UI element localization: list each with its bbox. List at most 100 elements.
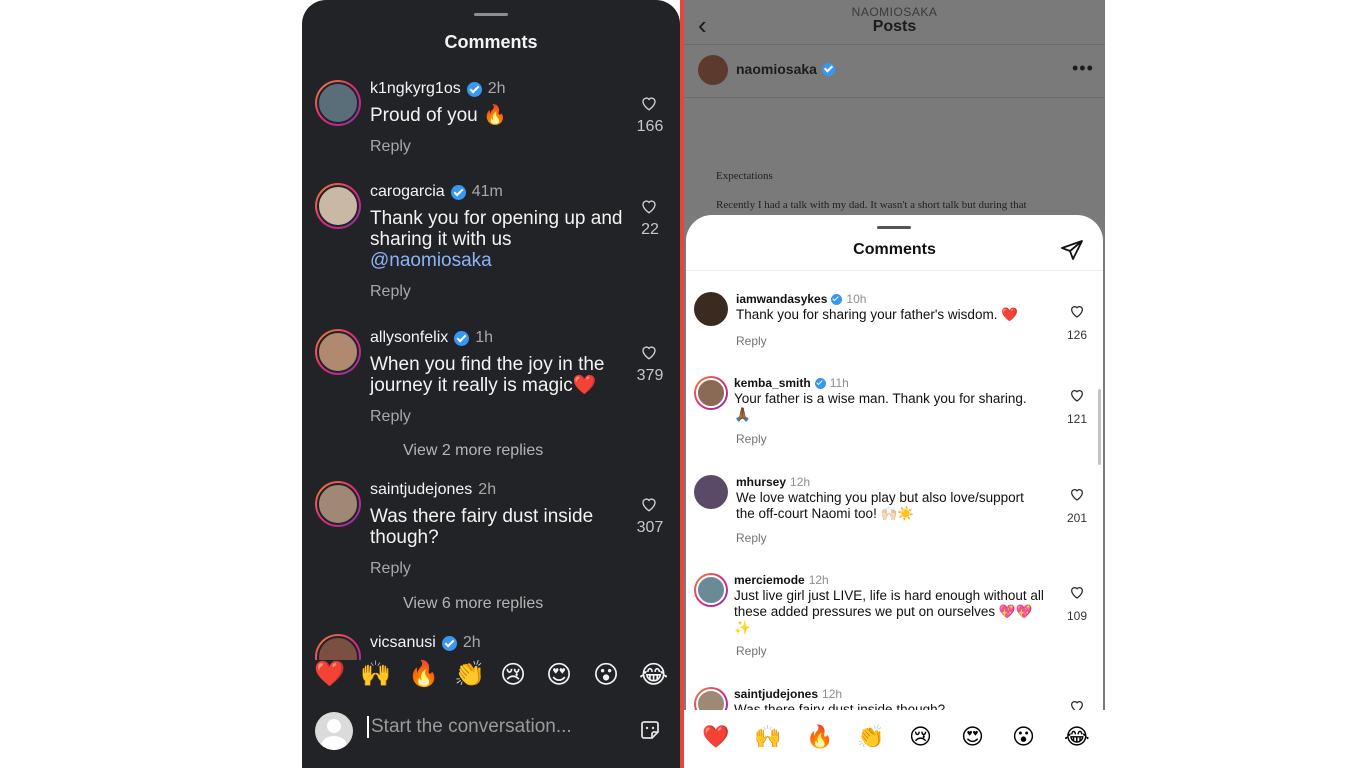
comment-username[interactable]: carogarcia bbox=[370, 183, 445, 201]
dark-comments-sheet: Comments k1ngkyrg1os 2h Proud of you 🔥 R… bbox=[302, 0, 680, 768]
heart-icon[interactable] bbox=[640, 197, 658, 215]
comment-time: 2h bbox=[487, 80, 506, 97]
avatar[interactable] bbox=[694, 376, 728, 410]
avatar[interactable] bbox=[315, 183, 361, 229]
like-count: 166 bbox=[636, 118, 664, 135]
heart-icon[interactable] bbox=[1069, 303, 1085, 319]
like-count: 121 bbox=[1066, 412, 1088, 426]
comment-text: Was there fairy dust inside though? bbox=[370, 506, 594, 548]
mention-link[interactable]: @naomiosaka bbox=[370, 250, 492, 271]
profile-username: NAOMIOSAKA bbox=[851, 5, 938, 19]
drag-handle[interactable] bbox=[877, 226, 911, 229]
view-more-replies[interactable]: View 2 more replies bbox=[403, 442, 543, 460]
comment-time: 11h bbox=[829, 376, 849, 390]
post-author-avatar[interactable] bbox=[698, 55, 728, 85]
comment-username[interactable]: kemba_smith bbox=[734, 376, 811, 390]
like-count: 379 bbox=[636, 367, 664, 384]
comment-item: vicsanusi 2h bbox=[302, 634, 680, 660]
emoji-surprised-button[interactable]: 😮 bbox=[1012, 724, 1035, 750]
comment-text: Your father is a wise man. Thank you for… bbox=[734, 391, 1027, 422]
like-count: 126 bbox=[1066, 328, 1088, 342]
emoji-heart-button[interactable]: ❤️ bbox=[702, 724, 729, 750]
divider bbox=[686, 270, 1103, 271]
scrollbar[interactable] bbox=[1098, 389, 1101, 465]
emoji-clap-button[interactable]: 👏 bbox=[454, 660, 485, 689]
comment-text: Thank you for sharing your father's wisd… bbox=[736, 307, 1019, 322]
post-author[interactable]: naomiosaka bbox=[736, 61, 835, 77]
comment-text: We love watching you play but also love/… bbox=[736, 490, 1024, 521]
reply-button[interactable]: Reply bbox=[370, 283, 411, 301]
comments-title: Comments bbox=[444, 32, 538, 52]
comment-username[interactable]: saintjudejones bbox=[370, 481, 472, 499]
emoji-clap-button[interactable]: 👏 bbox=[857, 724, 884, 750]
avatar[interactable] bbox=[315, 329, 361, 375]
avatar[interactable] bbox=[315, 634, 361, 660]
comment-text: Thank you for opening up and sharing it … bbox=[370, 208, 625, 271]
light-comments-screen: ‹ NAOMIOSAKA Posts naomiosaka ••• Expect… bbox=[684, 0, 1105, 768]
comments-title: Comments bbox=[853, 241, 936, 258]
emoji-raised-hands-button[interactable]: 🙌 bbox=[754, 724, 781, 750]
emoji-crying-button[interactable]: 😢 bbox=[500, 660, 526, 690]
reply-button[interactable]: Reply bbox=[370, 138, 411, 156]
avatar[interactable] bbox=[315, 80, 361, 126]
reply-button[interactable]: Reply bbox=[370, 560, 411, 578]
comment-item: saintjudejones 12h Was there fairy dust … bbox=[686, 687, 1103, 710]
comment-input[interactable]: Start the conversation... bbox=[367, 716, 572, 738]
emoji-heart-button[interactable]: ❤️ bbox=[314, 660, 345, 689]
share-icon[interactable] bbox=[1060, 238, 1084, 262]
post-text-line: Recently I had a talk with my dad. It wa… bbox=[716, 199, 1027, 211]
comment-time: 10h bbox=[846, 292, 867, 306]
post-author-name[interactable]: naomiosaka bbox=[736, 61, 817, 77]
heart-icon[interactable] bbox=[1069, 486, 1085, 502]
more-options-icon[interactable]: ••• bbox=[1072, 58, 1094, 79]
emoji-laughing-button[interactable]: 😂 bbox=[639, 660, 668, 690]
heart-icon[interactable] bbox=[1069, 387, 1085, 403]
comment-username[interactable]: k1ngkyrg1os bbox=[370, 80, 461, 98]
emoji-surprised-button[interactable]: 😮 bbox=[593, 660, 619, 690]
emoji-raised-hands-button[interactable]: 🙌 bbox=[360, 660, 391, 689]
comment-username[interactable]: iamwandasykes bbox=[736, 292, 827, 306]
comment-time: 41m bbox=[471, 183, 503, 200]
post-header-area: ‹ NAOMIOSAKA Posts naomiosaka ••• Expect… bbox=[684, 0, 1105, 215]
reply-button[interactable]: Reply bbox=[370, 408, 411, 426]
comment-username[interactable]: mhursey bbox=[736, 475, 786, 489]
comment-text: Was there fairy dust inside though? bbox=[734, 702, 946, 710]
verified-badge-icon bbox=[450, 184, 466, 200]
light-comments-sheet: Comments iamwandasykes 10h Thank you for… bbox=[686, 215, 1103, 768]
comment-time: 12h bbox=[790, 475, 811, 489]
reply-button[interactable]: Reply bbox=[736, 432, 767, 446]
sticker-icon[interactable] bbox=[638, 718, 662, 742]
emoji-crying-button[interactable]: 😢 bbox=[909, 724, 932, 750]
reply-button[interactable]: Reply bbox=[736, 334, 767, 348]
reply-button[interactable]: Reply bbox=[736, 644, 767, 658]
comment-time: 12h bbox=[822, 687, 843, 701]
avatar[interactable] bbox=[694, 292, 728, 326]
avatar[interactable] bbox=[694, 573, 728, 607]
heart-icon[interactable] bbox=[640, 343, 658, 361]
avatar[interactable] bbox=[315, 481, 361, 527]
view-more-replies[interactable]: View 6 more replies bbox=[403, 595, 543, 613]
verified-badge-icon bbox=[814, 377, 826, 389]
comment-time: 1h bbox=[475, 329, 494, 346]
heart-icon[interactable] bbox=[640, 495, 658, 513]
post-text-line: Expectations bbox=[716, 170, 773, 182]
emoji-fire-button[interactable]: 🔥 bbox=[408, 660, 439, 689]
emoji-reaction-bar: ❤️ 🙌 🔥 👏 😢 😍 😮 😂 bbox=[684, 710, 1105, 768]
comment-body: Thank you for opening up and sharing it … bbox=[370, 208, 623, 250]
reply-button[interactable]: Reply bbox=[736, 531, 767, 545]
comment-username[interactable]: merciemode bbox=[734, 573, 805, 587]
comment-username[interactable]: saintjudejones bbox=[734, 687, 818, 701]
emoji-heart-eyes-button[interactable]: 😍 bbox=[961, 724, 984, 750]
emoji-fire-button[interactable]: 🔥 bbox=[806, 724, 833, 750]
comment-username[interactable]: allysonfelix bbox=[370, 329, 448, 347]
comment-username[interactable]: vicsanusi bbox=[370, 634, 436, 652]
heart-icon[interactable] bbox=[640, 94, 658, 112]
drag-handle[interactable] bbox=[474, 13, 508, 16]
emoji-laughing-button[interactable]: 😂 bbox=[1064, 724, 1090, 750]
avatar[interactable] bbox=[694, 475, 728, 509]
avatar[interactable] bbox=[694, 687, 728, 710]
emoji-heart-eyes-button[interactable]: 😍 bbox=[546, 660, 572, 690]
comment-text: Proud of you 🔥 bbox=[370, 105, 507, 126]
heart-icon[interactable] bbox=[1069, 584, 1085, 600]
heart-icon[interactable] bbox=[1069, 698, 1085, 710]
